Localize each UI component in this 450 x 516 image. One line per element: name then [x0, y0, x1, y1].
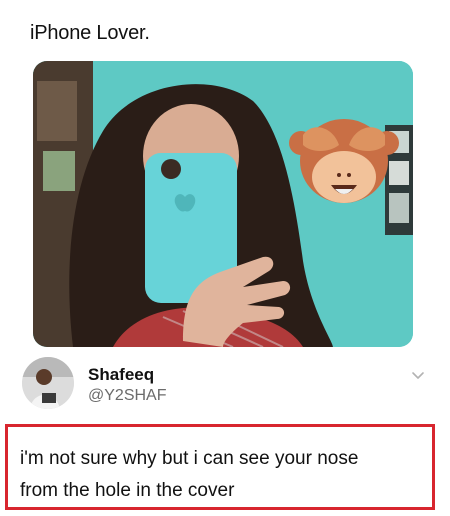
author-handle[interactable]: @Y2SHAF	[88, 387, 166, 405]
avatar[interactable]	[22, 357, 74, 409]
avatar-image	[22, 357, 74, 409]
tweet-text-highlight: i'm not sure why but i can see your nose…	[5, 424, 435, 510]
tweet-author: Shafeeq @Y2SHAF	[22, 357, 432, 417]
poster-frame	[389, 161, 409, 185]
chevron-down-icon[interactable]	[410, 367, 426, 383]
post-photo[interactable]	[33, 61, 413, 347]
shelf	[37, 81, 77, 141]
shelf-item	[43, 151, 75, 191]
post-caption: iPhone Lover.	[30, 22, 150, 44]
author-name[interactable]: Shafeeq	[88, 365, 154, 385]
camera-hole	[161, 159, 181, 179]
tweet-text-line: i'm not sure why but i can see your nose	[20, 448, 359, 469]
tweet-text-line: from the hole in the cover	[20, 480, 235, 501]
selfie-image	[33, 61, 413, 347]
tweet-text: i'm not sure why but i can see your nose…	[20, 443, 428, 507]
poster-frame	[389, 193, 409, 223]
